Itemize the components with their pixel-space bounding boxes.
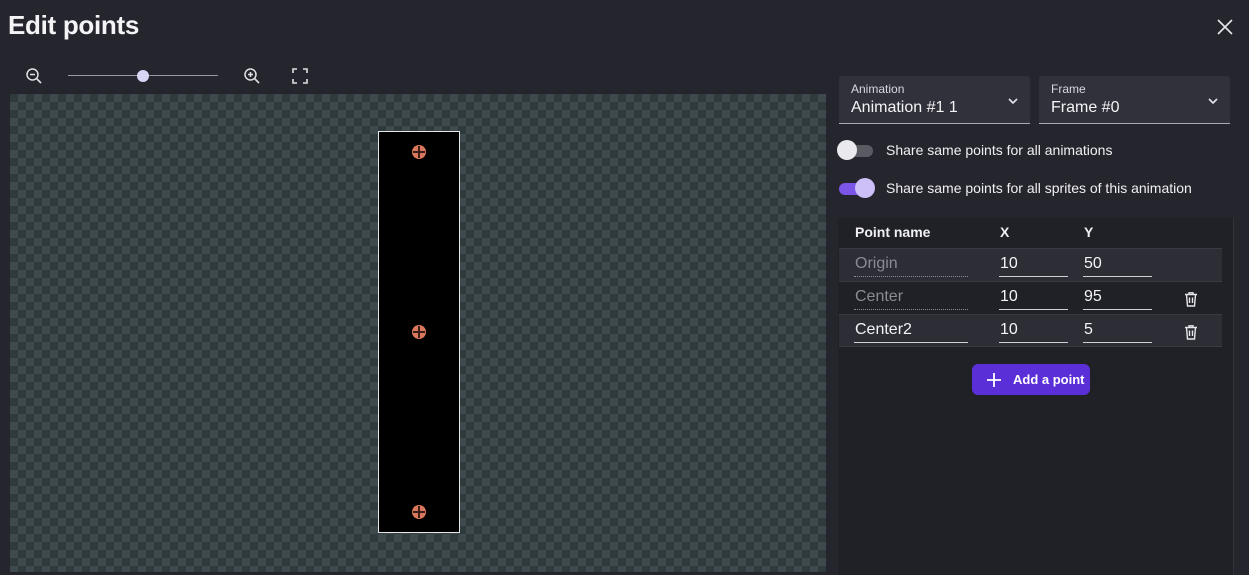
point-name-field: Center [854,286,968,310]
point-y-input[interactable]: 5 [1083,319,1152,343]
point-y-input[interactable]: 95 [1083,286,1152,310]
dialog-title: Edit points [8,10,140,40]
zoom-out-icon [26,68,42,84]
sprite-image [378,131,460,533]
zoom-slider[interactable] [68,68,218,84]
table-row-center: Center 10 95 [839,281,1222,314]
points-table: Point name X Y Origin 10 50 Center 10 95… [839,216,1222,347]
table-header: Point name X Y [839,216,1222,248]
plus-icon [987,372,1001,387]
panel-scrollbar[interactable] [1233,218,1234,575]
add-point-button[interactable]: Add a point [972,364,1090,395]
column-header-x: X [1000,224,1010,240]
toggle-label: Share same points for all animations [886,142,1113,158]
frame-select-value: Frame #0 [1051,99,1120,116]
share-all-sprites-toggle[interactable]: Share same points for all sprites of thi… [837,178,1192,198]
chevron-down-icon [1008,98,1018,105]
animation-select-value: Animation #1 1 [851,99,958,116]
toggle-switch-on[interactable] [837,178,875,198]
sprite-canvas[interactable] [10,94,826,572]
frame-select-label: Frame [1051,82,1086,96]
add-point-label: Add a point [1013,372,1085,387]
zoom-out-button[interactable] [22,64,46,88]
table-row-center2: Center2 10 5 [839,314,1222,347]
point-x-input[interactable]: 10 [999,286,1068,310]
frame-select[interactable]: Frame Frame #0 [1039,76,1230,124]
trash-icon [1185,292,1197,307]
fit-to-screen-button[interactable] [288,64,312,88]
zoom-slider-thumb[interactable] [137,70,149,82]
zoom-in-icon [244,68,260,84]
toggle-label: Share same points for all sprites of thi… [886,180,1192,196]
point-y-input[interactable]: 50 [1083,253,1152,277]
zoom-toolbar [22,64,322,88]
trash-icon [1185,325,1197,340]
point-marker-origin[interactable] [412,325,426,339]
point-marker-center2[interactable] [412,145,426,159]
table-row-origin: Origin 10 50 [839,248,1222,281]
share-all-animations-toggle[interactable]: Share same points for all animations [837,140,1112,160]
close-button[interactable] [1212,14,1238,40]
delete-point-button[interactable] [1182,323,1200,341]
close-icon [1217,19,1233,35]
animation-select[interactable]: Animation Animation #1 1 [839,76,1030,124]
animation-select-label: Animation [851,82,905,96]
point-x-input[interactable]: 10 [999,319,1068,343]
chevron-down-icon [1208,98,1218,105]
column-header-name: Point name [855,224,931,240]
point-x-input[interactable]: 10 [999,253,1068,277]
toggle-switch-off[interactable] [837,140,875,160]
point-marker-center[interactable] [412,505,426,519]
column-header-y: Y [1084,224,1094,240]
zoom-in-button[interactable] [240,64,264,88]
delete-point-button[interactable] [1182,290,1200,308]
fit-screen-icon [292,68,308,84]
point-name-field: Origin [854,253,968,277]
point-name-input[interactable]: Center2 [854,319,968,343]
